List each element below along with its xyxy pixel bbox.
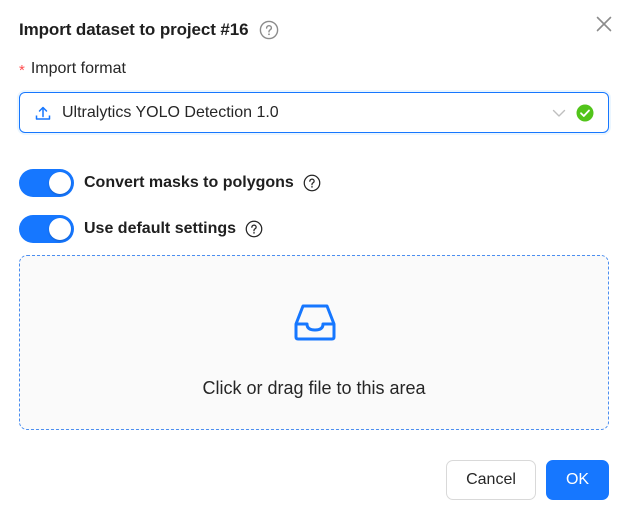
- file-dropzone[interactable]: Click or drag file to this area: [19, 255, 609, 430]
- import-format-value: Ultralytics YOLO Detection 1.0: [62, 103, 279, 121]
- default-settings-label: Use default settings: [84, 220, 237, 237]
- import-format-select[interactable]: Ultralytics YOLO Detection 1.0: [19, 92, 609, 133]
- question-circle-icon[interactable]: [245, 220, 263, 238]
- question-circle-icon[interactable]: [259, 20, 279, 40]
- inbox-icon: [292, 299, 338, 345]
- format-label: Import format: [30, 60, 126, 77]
- cancel-button[interactable]: Cancel: [446, 460, 536, 500]
- toggle-knob: [49, 172, 71, 194]
- convert-masks-label: Convert masks to polygons: [84, 174, 294, 191]
- upload-icon: [34, 104, 52, 122]
- required-mark: *: [19, 61, 25, 79]
- toggle-knob: [49, 218, 71, 240]
- format-label-row: * Import format: [19, 58, 126, 80]
- question-circle-icon[interactable]: [303, 174, 321, 192]
- check-circle-icon: [576, 104, 594, 122]
- default-settings-toggle[interactable]: [19, 215, 74, 243]
- convert-masks-toggle[interactable]: [19, 169, 74, 197]
- close-icon: [596, 16, 612, 32]
- ok-button[interactable]: OK: [546, 460, 609, 500]
- dialog-title: Import dataset to project #16: [19, 20, 249, 39]
- dropzone-hint: Click or drag file to this area: [202, 378, 426, 398]
- option-default-settings: Use default settings: [19, 215, 263, 243]
- option-convert-masks: Convert masks to polygons: [19, 169, 321, 197]
- close-button[interactable]: [593, 13, 615, 35]
- dialog-header: Import dataset to project #16: [19, 18, 279, 42]
- chevron-down-icon[interactable]: [551, 105, 567, 121]
